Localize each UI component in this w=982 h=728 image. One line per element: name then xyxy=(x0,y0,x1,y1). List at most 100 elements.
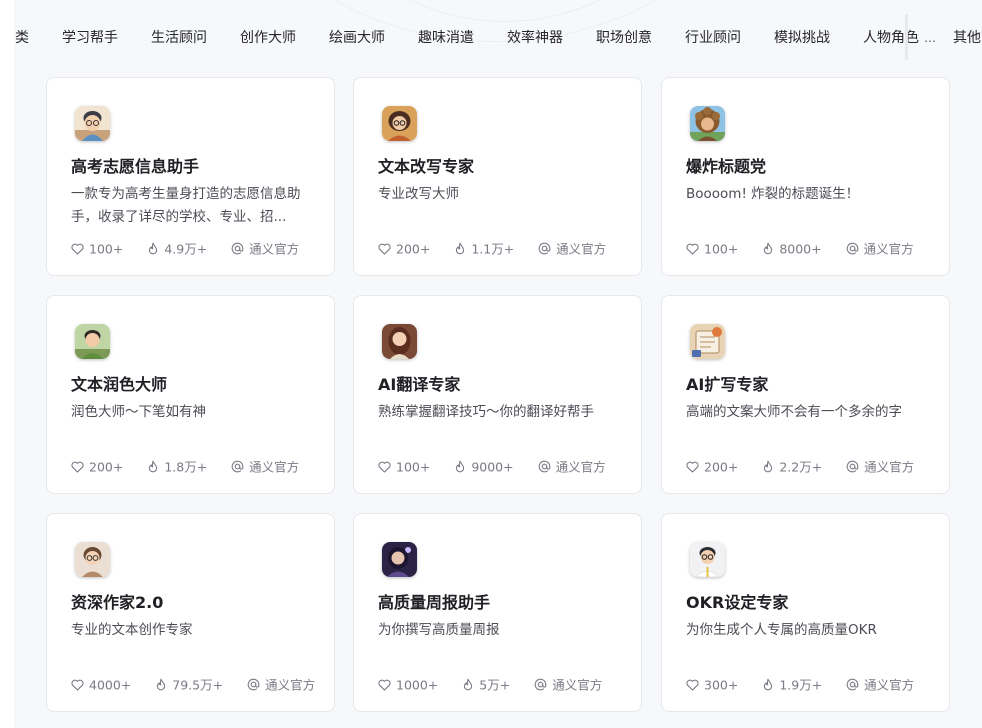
tab-simulation[interactable]: 模拟挑战 xyxy=(774,29,830,47)
agent-title: AI扩写专家 xyxy=(686,375,769,394)
agent-description: 为你生成个人专属的高质量OKR xyxy=(686,622,877,638)
agent-card[interactable]: AI扩写专家 高端的文案大师不会有一个多余的字 200+ 2.2万+ 通义官方 xyxy=(661,295,950,494)
likes-stat: 200+ xyxy=(686,458,738,477)
at-icon xyxy=(247,678,260,691)
tab-industry[interactable]: 行业顾问 xyxy=(685,29,741,47)
agent-avatar xyxy=(382,106,417,141)
likes-stat: 200+ xyxy=(378,240,430,259)
uses-count: 8000+ xyxy=(779,241,822,257)
agent-card[interactable]: 文本润色大师 润色大师～下笔如有神 200+ 1.8万+ 通义官方 xyxy=(46,295,335,494)
tab-workplace[interactable]: 职场创意 xyxy=(596,29,652,47)
fire-icon xyxy=(764,460,773,473)
agent-card[interactable]: 爆炸标题党 Boooom! 炸裂的标题诞生！ 100+ 8000+ 通义官方 xyxy=(661,77,950,276)
author-stat: 通义官方 xyxy=(231,240,299,259)
heart-icon xyxy=(71,679,84,691)
agent-stats: 4000+ 79.5万+ 通义官方 xyxy=(71,676,335,694)
likes-stat: 100+ xyxy=(71,240,123,259)
likes-count: 300+ xyxy=(704,677,739,693)
agent-gallery: 类 学习帮手 生活顾问 创作大师 绘画大师 趣味消遣 效率神器 职场创意 行业顾… xyxy=(14,0,982,728)
likes-stat: 1000+ xyxy=(378,676,438,695)
uses-count: 5万+ xyxy=(479,677,511,693)
uses-count: 1.8万+ xyxy=(164,459,208,475)
heart-icon xyxy=(71,243,84,255)
tab-life[interactable]: 生活顾问 xyxy=(151,29,207,47)
agent-stats: 200+ 1.8万+ 通义官方 xyxy=(71,458,319,476)
heart-icon xyxy=(378,679,391,691)
agent-card[interactable]: 高考志愿信息助手 一款专为高考生量身打造的志愿信息助手，收录了详尽的学校、专业、… xyxy=(46,77,335,276)
agent-description: 熟练掌握翻译技巧～你的翻译好帮手 xyxy=(378,404,594,420)
agent-description: 为你撰写高质量周报 xyxy=(378,622,500,638)
tab-study[interactable]: 学习帮手 xyxy=(62,29,118,47)
agent-description: 一款专为高考生量身打造的志愿信息助手，收录了详尽的学校、专业、招... xyxy=(71,186,301,225)
heart-icon xyxy=(686,461,699,473)
author-name: 通义官方 xyxy=(249,459,300,475)
likes-count: 200+ xyxy=(396,241,431,257)
uses-count: 4.9万+ xyxy=(164,241,208,257)
at-icon xyxy=(534,678,547,691)
author-stat: 通义官方 xyxy=(247,676,315,695)
agent-card[interactable]: 资深作家2.0 专业的文本创作专家 4000+ 79.5万+ 通义官方 xyxy=(46,513,335,712)
agent-card[interactable]: AI翻译专家 熟练掌握翻译技巧～你的翻译好帮手 100+ 9000+ 通义官方 xyxy=(353,295,642,494)
likes-count: 100+ xyxy=(89,241,124,257)
likes-count: 100+ xyxy=(396,459,431,475)
agent-title: 高质量周报助手 xyxy=(378,593,491,612)
agent-title: 资深作家2.0 xyxy=(71,593,164,612)
agent-title: 高考志愿信息助手 xyxy=(71,157,200,176)
fire-icon xyxy=(456,242,465,255)
tab-category[interactable]: 类 xyxy=(15,29,29,47)
agent-card[interactable]: 文本改写专家 专业改写大师 200+ 1.1万+ 通义官方 xyxy=(353,77,642,276)
uses-stat: 2.2万+ xyxy=(762,458,822,477)
agent-stats: 100+ 8000+ 通义官方 xyxy=(686,240,934,258)
agent-title: AI翻译专家 xyxy=(378,375,461,394)
fire-icon xyxy=(456,460,465,473)
agent-description: 专业改写大师 xyxy=(378,186,459,202)
likes-count: 1000+ xyxy=(396,677,439,693)
author-stat: 通义官方 xyxy=(846,240,914,259)
heart-icon xyxy=(378,461,391,473)
tab-characters[interactable]: 人物角色 xyxy=(863,29,919,47)
agent-avatar xyxy=(75,324,110,359)
tab-drawing[interactable]: 绘画大师 xyxy=(329,29,385,47)
agent-avatar xyxy=(382,542,417,577)
at-icon xyxy=(846,460,859,473)
fire-icon xyxy=(157,678,166,691)
agent-avatar xyxy=(75,106,110,141)
likes-count: 4000+ xyxy=(89,677,132,693)
heart-icon xyxy=(71,461,84,473)
agent-stats: 100+ 9000+ 通义官方 xyxy=(378,458,626,476)
tabs-divider xyxy=(905,14,908,60)
likes-stat: 200+ xyxy=(71,458,123,477)
tab-creation[interactable]: 创作大师 xyxy=(240,29,296,47)
author-name: 通义官方 xyxy=(864,459,915,475)
agent-title: 爆炸标题党 xyxy=(686,157,767,176)
uses-stat: 1.8万+ xyxy=(147,458,207,477)
agent-card[interactable]: 高质量周报助手 为你撰写高质量周报 1000+ 5万+ 通义官方 xyxy=(353,513,642,712)
agent-description: 润色大师～下笔如有神 xyxy=(71,404,206,420)
at-icon xyxy=(231,460,244,473)
uses-stat: 79.5万+ xyxy=(155,676,223,695)
heart-icon xyxy=(686,243,699,255)
author-name: 通义官方 xyxy=(556,241,607,257)
tab-efficiency[interactable]: 效率神器 xyxy=(507,29,563,47)
agent-stats: 300+ 1.9万+ 通义官方 xyxy=(686,676,934,694)
uses-count: 2.2万+ xyxy=(779,459,823,475)
uses-count: 9000+ xyxy=(471,459,514,475)
likes-count: 200+ xyxy=(704,459,739,475)
likes-count: 200+ xyxy=(89,459,124,475)
uses-count: 1.9万+ xyxy=(779,677,823,693)
agent-stats: 100+ 4.9万+ 通义官方 xyxy=(71,240,319,258)
tab-other[interactable]: 其他 xyxy=(953,29,981,47)
at-icon xyxy=(538,242,551,255)
likes-stat: 100+ xyxy=(378,458,430,477)
tab-fun[interactable]: 趣味消遣 xyxy=(418,29,474,47)
agent-stats: 1000+ 5万+ 通义官方 xyxy=(378,676,622,694)
uses-stat: 9000+ xyxy=(454,458,514,477)
category-tabs: 类 学习帮手 生活顾问 创作大师 绘画大师 趣味消遣 效率神器 职场创意 行业顾… xyxy=(14,0,982,76)
uses-count: 1.1万+ xyxy=(471,241,515,257)
agent-card[interactable]: OKR设定专家 为你生成个人专属的高质量OKR 300+ 1.9万+ 通义官方 xyxy=(661,513,950,712)
agent-avatar xyxy=(690,106,725,141)
at-icon xyxy=(231,242,244,255)
author-stat: 通义官方 xyxy=(538,458,606,477)
author-stat: 通义官方 xyxy=(534,676,602,695)
author-name: 通义官方 xyxy=(265,677,316,693)
